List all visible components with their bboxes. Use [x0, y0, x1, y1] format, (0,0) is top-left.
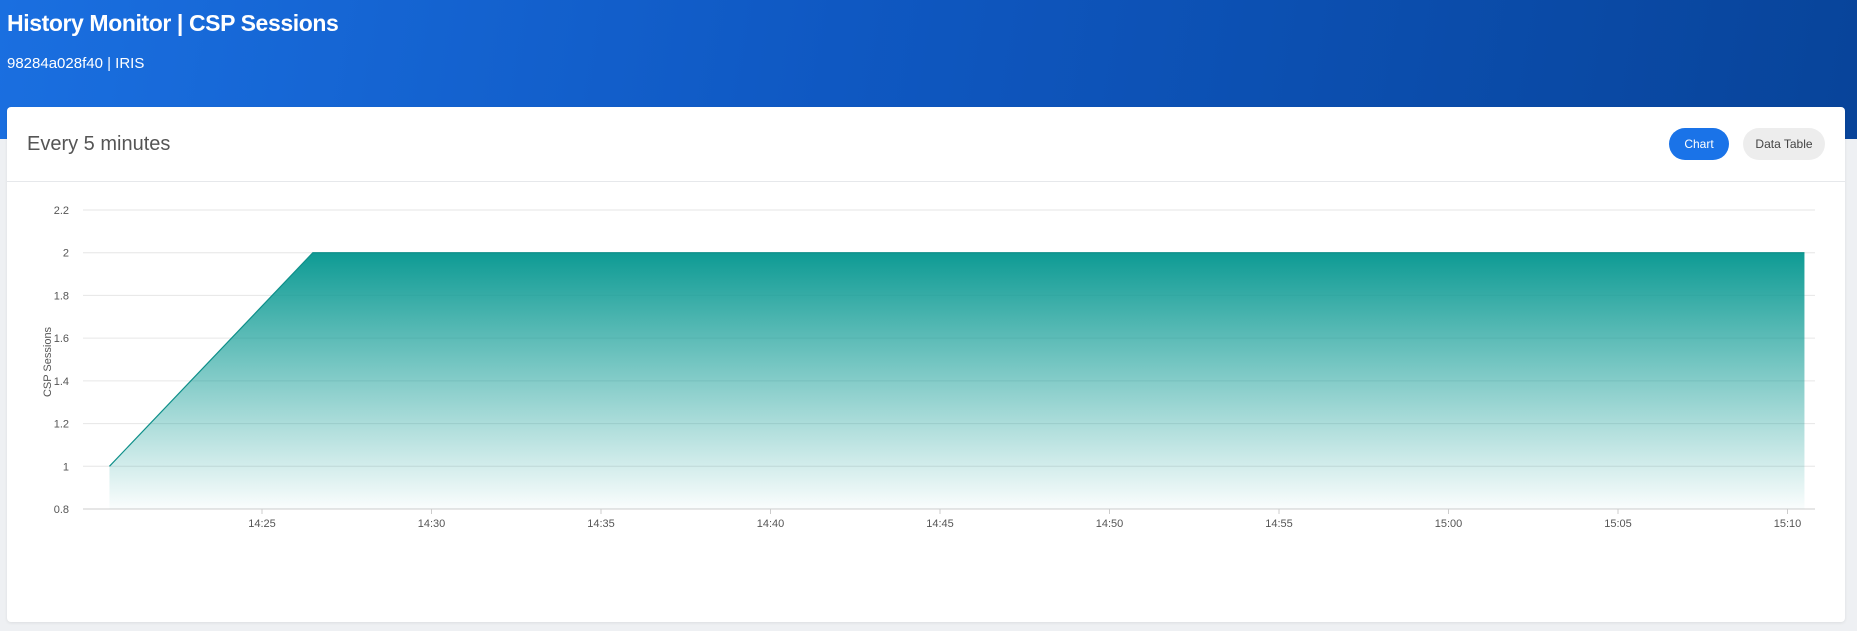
- x-tick-label: 14:25: [248, 518, 276, 530]
- chart-series-area: [109, 252, 1805, 509]
- y-axis-label: CSP Sessions: [42, 326, 54, 397]
- y-tick-label: 1.8: [54, 290, 69, 302]
- x-tick-label: 14:50: [1096, 518, 1124, 530]
- x-tick-label: 15:00: [1435, 518, 1463, 530]
- y-tick-label: 1: [63, 461, 69, 473]
- x-tick-label: 14:55: [1265, 518, 1293, 530]
- series-area-fill: [109, 252, 1805, 509]
- chart-view-button[interactable]: Chart: [1669, 128, 1729, 160]
- csp-sessions-chart: 2.2 2 1.8 1.6 1.4 1.2 1 0.8 14:25 14:30 14:35 14:40…: [42, 205, 1815, 530]
- card-header: Every 5 minutes Chart Data Table: [7, 107, 1845, 182]
- data-table-view-button[interactable]: Data Table: [1743, 128, 1825, 160]
- x-tick-label: 15:10: [1774, 518, 1802, 530]
- y-tick-label: 0.8: [54, 504, 69, 516]
- page-subtitle: 98284a028f40 | IRIS: [7, 55, 145, 72]
- x-tick-label: 14:30: [418, 518, 446, 530]
- y-tick-label: 1.2: [54, 419, 69, 431]
- y-tick-label: 1.4: [54, 376, 69, 388]
- page-title: History Monitor | CSP Sessions: [7, 10, 339, 36]
- card-title: Every 5 minutes: [27, 133, 171, 155]
- x-tick-label: 14:35: [587, 518, 615, 530]
- chart-card: Every 5 minutes Chart Data Table 2.2 2 1.8…: [7, 107, 1845, 622]
- x-tick-label: 15:05: [1604, 518, 1632, 530]
- y-tick-label: 2: [63, 248, 69, 260]
- chart-area: 2.2 2 1.8 1.6 1.4 1.2 1 0.8 14:25 14:30 14:35 14:40…: [7, 182, 1845, 622]
- y-tick-label: 1.6: [54, 333, 69, 345]
- y-tick-label: 2.2: [54, 205, 69, 217]
- x-tick-label: 14:40: [757, 518, 785, 530]
- x-tick-label: 14:45: [926, 518, 954, 530]
